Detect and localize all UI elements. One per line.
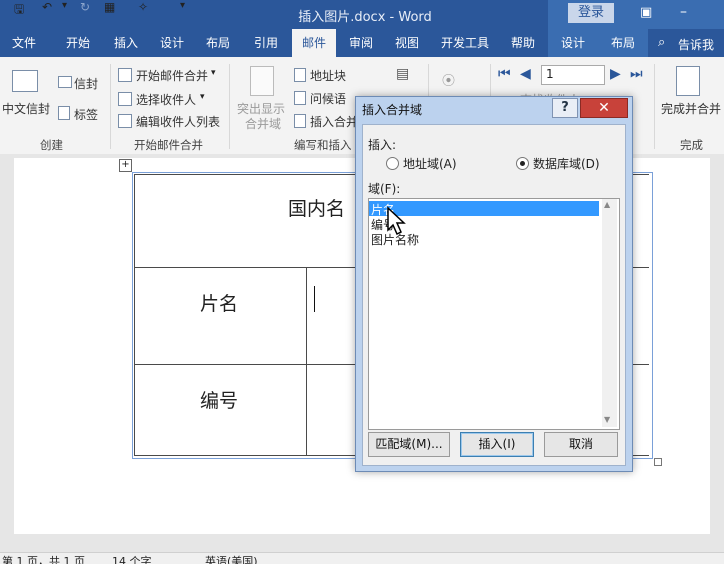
chinese-envelope-button[interactable]: 中文信封: [2, 100, 50, 117]
chinese-envelope-icon: [12, 70, 38, 92]
mouse-cursor-icon: [387, 206, 406, 236]
tab-file[interactable]: 文件: [2, 29, 46, 57]
table-line: [306, 268, 307, 455]
chevron-down-icon: ▾: [211, 68, 216, 78]
start-merge-icon: [118, 68, 132, 82]
tab-references[interactable]: 引用: [244, 29, 288, 57]
select-recipients-icon: [118, 92, 132, 106]
insert-field-icon[interactable]: ▦: [104, 0, 115, 14]
chevron-down-icon: ▾: [200, 92, 205, 102]
login-button[interactable]: 登录: [568, 3, 614, 23]
tell-me-input[interactable]: 告诉我: [678, 36, 714, 53]
insert-label: 插入:: [368, 138, 397, 152]
radio-database-fields-label[interactable]: 数据库域(D): [533, 155, 600, 172]
table-resize-handle[interactable]: [654, 458, 662, 466]
radio-database-fields[interactable]: [516, 157, 529, 170]
greeting-line-icon: [294, 91, 306, 105]
tab-table-design[interactable]: 设计: [548, 29, 598, 57]
group-separator: [229, 64, 230, 149]
rules-icon[interactable]: ▤: [396, 66, 409, 82]
insert-merge-field-button[interactable]: 插入合并: [310, 113, 358, 130]
tab-table-layout[interactable]: 布局: [598, 29, 648, 57]
ribbon-display-icon[interactable]: ▣: [640, 5, 652, 20]
group-label-write-insert: 编写和插入: [294, 138, 352, 152]
record-number-input[interactable]: 1: [541, 65, 605, 85]
status-word-count[interactable]: 14 个字: [112, 553, 152, 564]
customize-icon[interactable]: ▾: [180, 0, 185, 11]
last-record-icon[interactable]: ⏭: [630, 66, 643, 82]
status-language[interactable]: 英语(美国): [205, 553, 258, 564]
labels-button[interactable]: 标签: [74, 106, 98, 123]
undo-icon[interactable]: ↶: [42, 0, 52, 14]
table-move-handle-icon[interactable]: +: [119, 159, 132, 172]
tab-review[interactable]: 审阅: [340, 29, 382, 57]
tab-layout[interactable]: 布局: [196, 29, 240, 57]
next-record-icon[interactable]: ▶: [610, 66, 621, 82]
tab-design[interactable]: 设计: [150, 29, 194, 57]
table-title-cell[interactable]: 国内名: [288, 194, 345, 221]
highlight-fields-icon: [250, 66, 274, 96]
first-record-icon[interactable]: ⏮: [498, 66, 511, 82]
dialog-title: 插入合并域: [362, 103, 423, 117]
preview-results-icon[interactable]: ⦿: [442, 70, 455, 89]
scroll-up-icon[interactable]: ▲: [604, 200, 610, 209]
finish-merge-icon: [676, 66, 700, 96]
edit-recipients-icon: [118, 114, 132, 128]
status-page-count[interactable]: 第 1 页，共 1 页: [2, 553, 85, 564]
tab-insert[interactable]: 插入: [104, 29, 148, 57]
group-label-start-merge: 开始邮件合并: [134, 138, 203, 152]
group-label-finish: 完成: [680, 138, 703, 152]
match-fields-button[interactable]: 匹配域(M)...: [368, 432, 450, 457]
previous-record-icon[interactable]: ◀: [520, 66, 531, 82]
select-recipients-button[interactable]: 选择收件人: [136, 91, 196, 108]
status-bar: 第 1 页，共 1 页 14 个字 英语(美国): [0, 552, 724, 564]
greeting-line-button[interactable]: 问候语: [310, 90, 346, 107]
help-button[interactable]: ?: [552, 98, 578, 118]
save-icon[interactable]: 🖫: [14, 0, 24, 21]
address-block-icon: [294, 68, 306, 82]
radio-address-fields[interactable]: [386, 157, 399, 170]
radio-address-fields-label[interactable]: 地址域(A): [403, 155, 457, 172]
fields-label: 域(F):: [368, 182, 401, 196]
envelopes-button[interactable]: 信封: [74, 75, 98, 92]
tab-view[interactable]: 视图: [386, 29, 428, 57]
group-label-create: 创建: [40, 138, 63, 152]
table-cell-number-label[interactable]: 编号: [200, 386, 238, 413]
group-separator: [654, 64, 655, 149]
tab-home[interactable]: 开始: [56, 29, 100, 57]
minimize-icon[interactable]: –: [680, 4, 687, 20]
insert-merge-field-icon: [294, 114, 306, 128]
start-mail-merge-button[interactable]: 开始邮件合并: [136, 67, 208, 84]
redo-icon[interactable]: ↻: [80, 0, 90, 14]
scroll-down-icon[interactable]: ▼: [604, 415, 610, 424]
highlight-fields-line2: 合并域: [245, 117, 282, 131]
insert-button[interactable]: 插入(I): [460, 432, 534, 457]
text-cursor: [314, 286, 315, 312]
labels-icon: [58, 106, 70, 120]
tell-me-search-icon[interactable]: ⌕: [658, 35, 665, 50]
tab-help[interactable]: 帮助: [502, 29, 544, 57]
tab-developer[interactable]: 开发工具: [432, 29, 498, 57]
listbox-scrollbar[interactable]: [602, 199, 617, 427]
close-button[interactable]: ✕: [580, 98, 628, 118]
touch-mode-icon[interactable]: ✧: [138, 0, 148, 14]
table-cell-name-label[interactable]: 片名: [200, 289, 238, 316]
edit-recipient-list-button[interactable]: 编辑收件人列表: [136, 113, 220, 130]
address-block-button[interactable]: 地址块: [310, 67, 346, 84]
undo-dropdown-icon[interactable]: ▾: [62, 0, 67, 11]
envelope-icon: [58, 76, 72, 88]
record-number-value: 1: [546, 67, 554, 81]
group-separator: [110, 64, 111, 149]
cancel-button[interactable]: 取消: [544, 432, 618, 457]
table-line: [134, 174, 135, 455]
document-title: 插入图片.docx - Word: [298, 10, 432, 25]
finish-merge-button[interactable]: 完成并合并: [661, 100, 721, 117]
tab-mailings[interactable]: 邮件: [292, 29, 336, 57]
